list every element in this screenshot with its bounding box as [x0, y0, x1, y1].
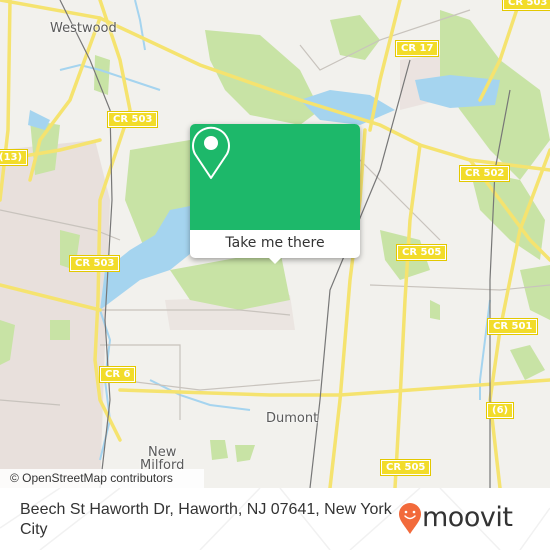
- moovit-pin-icon: [399, 503, 421, 534]
- footer: Beech St Haworth Dr, Haworth, NJ 07641, …: [0, 488, 550, 550]
- take-me-there-button[interactable]: Take me there: [190, 230, 360, 258]
- map-attribution[interactable]: © OpenStreetMap contributors: [0, 469, 204, 488]
- road-label-cr-502: CR 502: [458, 165, 511, 182]
- location-pin-icon: [192, 126, 230, 179]
- place-label-dumont: Dumont: [266, 411, 319, 426]
- popup-pointer: [268, 257, 282, 264]
- road-label-cr-6: CR 6: [98, 366, 137, 383]
- road-label-cr-505-mid: CR 505: [395, 244, 448, 261]
- moovit-wordmark: moovit: [422, 502, 513, 533]
- address-text: Beech St Haworth Dr, Haworth, NJ 07641, …: [20, 501, 392, 538]
- road-label-cr-503-top: CR 503: [106, 111, 159, 128]
- popup-header: [190, 124, 360, 230]
- road-label-cr-501: CR 501: [486, 318, 539, 335]
- moovit-logo[interactable]: moovit: [398, 502, 538, 537]
- road-label-route-6: (6): [485, 402, 515, 419]
- road-label-route-13: (13): [0, 149, 29, 166]
- road-label-cr-503-left: CR 503: [68, 255, 121, 272]
- road-label-cr-503-topright: CR 503: [501, 0, 550, 11]
- road-label-cr-505-bottom: CR 505: [379, 459, 432, 476]
- place-label-westwood: Westwood: [50, 21, 117, 36]
- location-popup: Take me there: [190, 124, 360, 264]
- map-view[interactable]: Westwood Dumont New Milford CR 503 CR 50…: [0, 0, 550, 488]
- road-label-cr-17: CR 17: [394, 40, 440, 57]
